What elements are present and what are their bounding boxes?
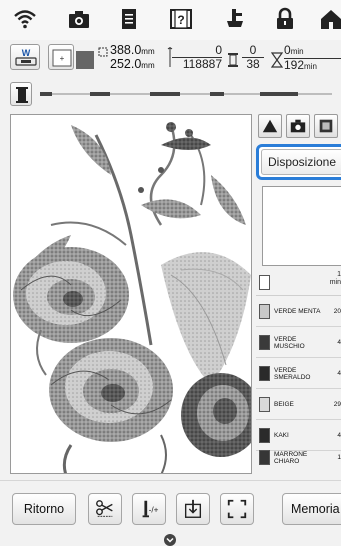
start-point-button[interactable] [176, 493, 210, 525]
triangle-up-icon [262, 119, 278, 133]
svg-text:?: ? [177, 13, 184, 27]
disposizione-button-highlight[interactable]: Disposizione [256, 144, 341, 180]
thread-color-row[interactable]: VERDE MENTA 20 [256, 297, 341, 327]
thread-color-minutes: 4 [337, 432, 341, 439]
thread-swatch [259, 366, 270, 381]
thread-color-name: VERDE MUSCHIO [274, 336, 305, 350]
svg-text:+: + [60, 54, 65, 63]
frame-icon [319, 119, 333, 133]
hourglass-icon [270, 52, 284, 73]
thread-spool-icon [16, 87, 28, 103]
hoop-size-button[interactable]: + [48, 44, 74, 70]
document-icon[interactable] [116, 6, 142, 32]
wifi-icon[interactable] [12, 6, 38, 32]
thread-color-minutes: 4 [337, 370, 341, 377]
thread-color-row[interactable]: BEIGE 29 [256, 390, 341, 420]
thread-color-button[interactable] [10, 82, 32, 106]
total-time-value: 1 [337, 271, 341, 278]
presser-foot-icon[interactable] [222, 6, 248, 32]
total-time-unit: min [329, 279, 341, 286]
progress-segment [40, 92, 52, 96]
layout-tool-button[interactable] [314, 114, 338, 138]
color-current: 0 [249, 43, 257, 57]
total-time-row: 1 min [256, 268, 341, 296]
bottom-toolbar: Ritorno -/+ Memoria [0, 480, 341, 546]
thread-color-minutes: 20 [333, 308, 341, 315]
scissors-icon [96, 500, 113, 517]
thread-spool-icon [227, 52, 239, 73]
hoop-selector-icon[interactable] [76, 51, 94, 69]
chevron-down-icon[interactable] [163, 533, 177, 546]
stitch-progress-row [0, 80, 341, 108]
trial-button[interactable] [220, 493, 254, 525]
camera-scan-button[interactable] [286, 114, 310, 138]
thread-swatch [259, 397, 270, 412]
memory-button[interactable]: Memoria [282, 493, 341, 525]
design-info-row: W + 388.0mm 252.0mm 0 118887 0 38 0min 1… [0, 42, 341, 74]
stitch-total: 118887 [172, 57, 222, 71]
trace-frame-icon [227, 499, 247, 519]
time-total-unit: min [304, 62, 317, 71]
wireless-transfer-button[interactable]: W [10, 44, 40, 70]
help-icon[interactable]: ? [168, 6, 194, 32]
thread-color-name: VERDE SMERALDO [274, 367, 311, 381]
thread-preview-area [262, 186, 341, 266]
move-up-button[interactable] [258, 114, 282, 138]
thread-color-row[interactable]: VERDE MUSCHIO 4 [256, 328, 341, 358]
thread-color-minutes: 1 [337, 454, 341, 461]
needle-position-icon [184, 499, 202, 518]
right-panel: Disposizione 1 min VERDE MENTA 20 VERDE … [256, 110, 341, 474]
camera-icon [290, 119, 306, 133]
floral-embroidery-design [13, 122, 251, 473]
hoop-icon: + [52, 49, 72, 67]
svg-text:-/+: -/+ [149, 506, 159, 515]
progress-segment [260, 92, 298, 96]
svg-text:W: W [22, 48, 31, 58]
progress-segment [90, 92, 110, 96]
progress-segment [210, 92, 224, 96]
embroidery-preview[interactable] [10, 114, 252, 474]
thread-color-minutes: 29 [333, 401, 341, 408]
thread-color-minutes: 4 [337, 339, 341, 346]
thread-swatch [259, 304, 270, 319]
color-total: 38 [242, 57, 264, 71]
disposizione-button[interactable]: Disposizione [261, 149, 341, 175]
time-current: 0 [284, 43, 291, 57]
design-width: 388.0 [110, 43, 142, 57]
top-toolbar: ? [0, 0, 341, 40]
thread-color-row[interactable]: MARRONE CHIARO 1 [256, 443, 341, 473]
progress-segment [150, 92, 180, 96]
thread-tension-button[interactable]: -/+ [132, 493, 166, 525]
wireless-transfer-icon: W [15, 48, 37, 66]
thread-color-name: VERDE MENTA [274, 308, 321, 315]
thread-swatch [259, 450, 270, 465]
stitch-current: 0 [215, 43, 222, 57]
time-current-unit: min [290, 47, 304, 56]
dimension-icon [98, 44, 108, 57]
back-button[interactable]: Ritorno [12, 493, 76, 525]
camera-icon[interactable] [66, 6, 92, 32]
width-unit: mm [141, 47, 155, 56]
thread-color-name: MARRONE CHIARO [274, 451, 308, 465]
lock-icon[interactable] [272, 6, 298, 32]
thread-cut-button[interactable] [88, 493, 122, 525]
time-total: 192 [284, 58, 305, 72]
needle-tension-icon: -/+ [142, 500, 159, 518]
height-unit: mm [141, 61, 155, 70]
thread-swatch [259, 275, 270, 290]
thread-swatch [259, 335, 270, 350]
thread-color-row[interactable]: VERDE SMERALDO 4 [256, 359, 341, 389]
thread-swatch [259, 428, 270, 443]
thread-color-name: KAKI [274, 432, 289, 439]
thread-color-name: BEIGE [274, 401, 294, 408]
design-height: 252.0 [110, 57, 142, 71]
home-icon[interactable] [318, 6, 341, 32]
